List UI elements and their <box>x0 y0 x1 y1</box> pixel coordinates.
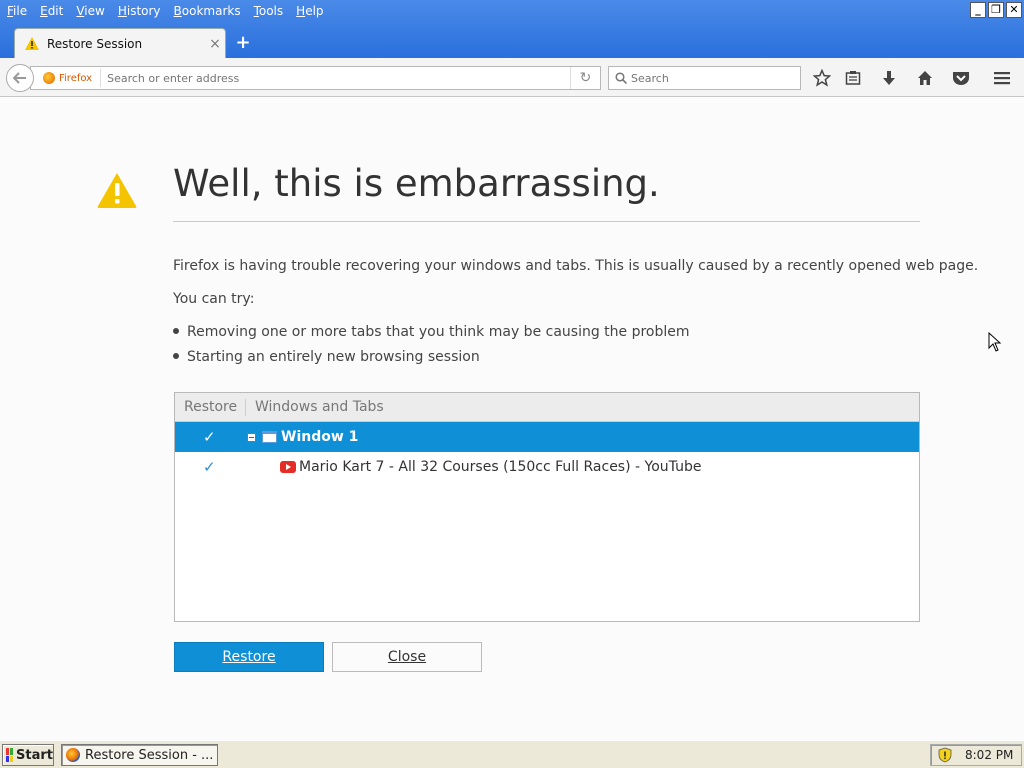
menu-bookmarks[interactable]: Bookmarks <box>169 4 249 18</box>
menu-help[interactable]: Help <box>291 4 331 18</box>
menu-history[interactable]: History <box>113 4 169 18</box>
error-description: Firefox is having trouble recovering you… <box>173 258 979 274</box>
back-button[interactable] <box>6 64 34 92</box>
tab-title: Restore Session <box>47 36 143 51</box>
start-button[interactable]: Start <box>2 744 54 766</box>
home-icon <box>918 71 932 85</box>
suggestion-item: Removing one or more tabs that you think… <box>173 324 690 340</box>
tab-close-icon[interactable]: × <box>205 36 225 52</box>
warning-icon <box>25 37 39 50</box>
search-icon <box>615 72 627 84</box>
bullet-icon <box>173 328 179 334</box>
menu-view[interactable]: View <box>71 4 112 18</box>
collapse-twisty-icon[interactable]: − <box>247 432 256 442</box>
tree-row-tab[interactable]: ✓ Mario Kart 7 - All 32 Courses (150cc F… <box>175 452 919 482</box>
back-arrow-icon <box>13 72 26 84</box>
hamburger-menu-icon <box>994 72 1010 85</box>
close-button[interactable]: Close <box>332 642 482 672</box>
close-window-button[interactable]: ✕ <box>1006 2 1022 18</box>
security-shield-icon[interactable] <box>937 747 953 763</box>
page-content: Well, this is embarrassing. Firefox is h… <box>0 97 1024 740</box>
menu-edit[interactable]: Edit <box>35 4 71 18</box>
reading-list-icon <box>845 71 861 85</box>
restore-checkbox[interactable]: ✓ <box>203 428 216 446</box>
window-titlebar: File Edit View History Bookmarks Tools H… <box>0 0 1024 58</box>
new-tab-button[interactable]: + <box>234 32 252 53</box>
identity-box[interactable]: Firefox <box>31 69 102 87</box>
firefox-icon <box>66 748 80 762</box>
restore-button[interactable]: Restore <box>174 642 324 672</box>
try-label: You can try: <box>173 291 255 307</box>
clock[interactable]: 8:02 PM <box>965 748 1013 762</box>
taskbar-item-firefox[interactable]: Restore Session - ... <box>61 744 218 766</box>
title-divider <box>173 221 920 222</box>
os-taskbar: Start Restore Session - ... 8:02 PM <box>0 740 1024 768</box>
address-input[interactable] <box>101 71 570 85</box>
mouse-cursor-icon <box>988 332 1002 352</box>
downloads-button[interactable] <box>877 66 901 90</box>
nav-toolbar: Firefox ↻ <box>0 58 1024 97</box>
pocket-icon <box>953 72 969 85</box>
minimize-button[interactable]: _ <box>970 2 986 18</box>
identity-label: Firefox <box>59 72 93 84</box>
window-controls: _ ❐ ✕ <box>970 2 1022 18</box>
bookmark-star-button[interactable] <box>810 66 834 90</box>
pocket-button[interactable] <box>949 66 973 90</box>
menu-file[interactable]: File <box>2 4 35 18</box>
tab-label: Mario Kart 7 - All 32 Courses (150cc Ful… <box>299 459 702 475</box>
system-tray: 8:02 PM <box>930 744 1022 766</box>
tree-header: Restore Windows and Tabs <box>175 393 919 422</box>
menu-tools[interactable]: Tools <box>249 4 292 18</box>
window-label: Window 1 <box>281 429 359 445</box>
open-menu-button[interactable] <box>990 66 1014 90</box>
large-warning-icon <box>97 173 137 208</box>
column-header-windows-tabs[interactable]: Windows and Tabs <box>246 399 384 416</box>
star-icon <box>813 69 831 87</box>
url-bar[interactable]: Firefox ↻ <box>30 66 601 90</box>
page-title: Well, this is embarrassing. <box>173 162 660 205</box>
youtube-icon <box>280 461 296 473</box>
window-icon <box>262 431 277 443</box>
column-header-restore[interactable]: Restore <box>175 398 246 416</box>
search-bar[interactable] <box>608 66 801 90</box>
download-arrow-icon <box>883 71 895 85</box>
bookmarks-menu-button[interactable] <box>841 66 865 90</box>
reload-icon[interactable]: ↻ <box>570 67 600 89</box>
tab-restore-session[interactable]: Restore Session × <box>14 28 226 58</box>
tree-row-window[interactable]: ✓ − Window 1 <box>175 422 919 452</box>
search-input[interactable] <box>627 71 800 85</box>
menu-bar: File Edit View History Bookmarks Tools H… <box>0 0 332 22</box>
windows-flag-icon <box>6 748 14 762</box>
restore-window-button[interactable]: ❐ <box>988 2 1004 18</box>
firefox-icon <box>43 72 55 84</box>
suggestion-item: Starting an entirely new browsing sessio… <box>173 349 480 365</box>
home-button[interactable] <box>913 66 937 90</box>
session-tree[interactable]: Restore Windows and Tabs ✓ − Window 1 ✓ … <box>174 392 920 622</box>
restore-checkbox[interactable]: ✓ <box>203 458 216 476</box>
bullet-icon <box>173 353 179 359</box>
